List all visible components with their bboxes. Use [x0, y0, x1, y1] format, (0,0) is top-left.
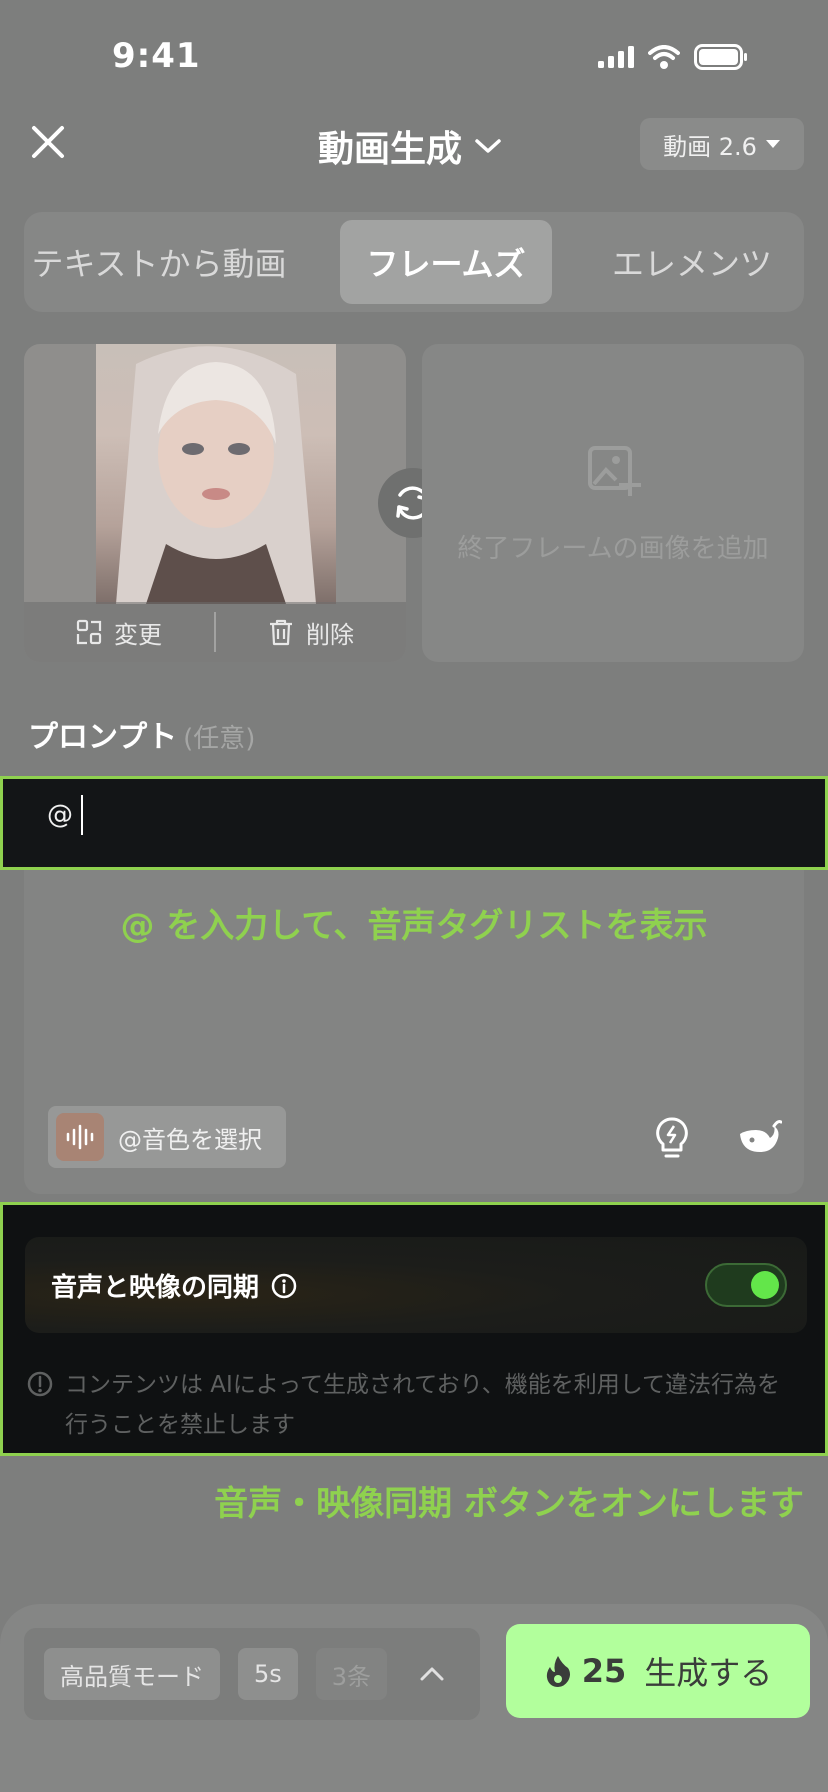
alert-circle-icon — [27, 1371, 53, 1397]
text-caret — [81, 795, 83, 835]
close-icon — [32, 126, 64, 158]
select-voice-label: @音色を選択 — [118, 1125, 262, 1154]
status-time: 9:41 — [112, 36, 201, 76]
sync-section-highlight: 音声と映像の同期 コンテンツは AIによって生成されており、機能を利用して違法行… — [0, 1202, 828, 1456]
tab-text-to-video[interactable]: テキストから動画 — [24, 220, 294, 304]
change-image-button[interactable]: 変更 — [24, 615, 214, 650]
av-sync-toggle[interactable] — [705, 1263, 787, 1307]
start-frame-actions: 変更 削除 — [24, 602, 406, 662]
close-button[interactable] — [28, 122, 68, 162]
select-voice-button[interactable]: @音色を選択 — [48, 1106, 286, 1168]
av-sync-label-wrap: 音声と映像の同期 — [51, 1267, 297, 1304]
prompt-optional: (任意) — [183, 724, 256, 754]
trash-icon — [270, 619, 292, 646]
deepseek-button[interactable] — [736, 1118, 783, 1160]
prompt-label: プロンプト (任意) — [28, 712, 255, 756]
replace-icon — [76, 619, 102, 645]
prompt-input[interactable]: @ — [47, 795, 83, 835]
av-sync-label: 音声と映像の同期 — [51, 1273, 260, 1303]
lightbulb-icon — [656, 1117, 688, 1158]
av-sync-row: 音声と映像の同期 — [25, 1237, 807, 1333]
generate-button[interactable]: 25 生成する — [506, 1624, 810, 1718]
prompt-input-value: @ — [47, 800, 73, 830]
prompt-input-highlight[interactable]: @ — [0, 776, 828, 870]
start-frame-card[interactable]: 変更 削除 — [24, 344, 406, 662]
status-icons — [598, 44, 748, 70]
caret-down-icon — [765, 140, 780, 148]
tab-frames[interactable]: フレームズ — [340, 220, 552, 304]
start-frame-image — [96, 344, 336, 604]
delete-label: 削除 — [306, 620, 354, 649]
waveform-icon — [66, 1124, 94, 1150]
bottom-bar: 高品質モード 5s 3条 25 生成する — [0, 1604, 828, 1792]
change-label: 変更 — [114, 620, 162, 649]
battery-icon — [694, 44, 747, 70]
sync-hint-annotation: 音声・映像同期 ボタンをオンにします — [214, 1484, 804, 1524]
toggle-knob — [751, 1271, 779, 1299]
duration-chip[interactable]: 5s — [238, 1648, 298, 1700]
generate-label: 生成する — [644, 1654, 773, 1692]
prompt-title: プロンプト — [28, 720, 178, 755]
info-icon[interactable] — [271, 1273, 297, 1299]
voice-icon-box — [56, 1113, 104, 1161]
idea-button[interactable] — [652, 1116, 692, 1164]
whale-icon — [740, 1120, 783, 1152]
page-title: 動画生成 — [318, 129, 463, 170]
mode-tabs: テキストから動画 フレームズ エレメンツ — [24, 212, 804, 312]
end-frame-placeholder: 終了フレームの画像を追加 — [457, 534, 769, 564]
wifi-icon — [648, 45, 680, 69]
flame-icon — [546, 1656, 570, 1687]
ai-disclaimer: コンテンツは AIによって生成されており、機能を利用して違法行為を行うことを禁止… — [27, 1365, 797, 1445]
delete-image-button[interactable]: 削除 — [216, 615, 406, 650]
end-frame-card[interactable]: 終了フレームの画像を追加 — [422, 344, 804, 662]
add-image-icon — [588, 446, 641, 496]
generation-options[interactable]: 高品質モード 5s 3条 — [24, 1628, 480, 1720]
quality-mode-chip[interactable]: 高品質モード — [44, 1648, 220, 1700]
disclaimer-text: コンテンツは AIによって生成されており、機能を利用して違法行為を行うことを禁止… — [65, 1372, 780, 1438]
prompt-hint-annotation: @ を入力して、音声タグリストを表示 — [120, 906, 708, 946]
tab-elements[interactable]: エレメンツ — [580, 220, 804, 304]
model-version-dropdown[interactable]: 動画 2.6 — [640, 118, 804, 170]
chevron-down-icon — [475, 139, 501, 153]
cellular-signal-icon — [598, 46, 634, 68]
portrait-illustration — [116, 346, 316, 604]
count-chip[interactable]: 3条 — [315, 1648, 388, 1700]
title-selector[interactable]: 動画生成 — [318, 120, 502, 172]
model-version-label: 動画 2.6 — [663, 132, 757, 161]
generate-cost: 25 — [581, 1652, 627, 1690]
chevron-up-icon[interactable] — [419, 1666, 445, 1682]
